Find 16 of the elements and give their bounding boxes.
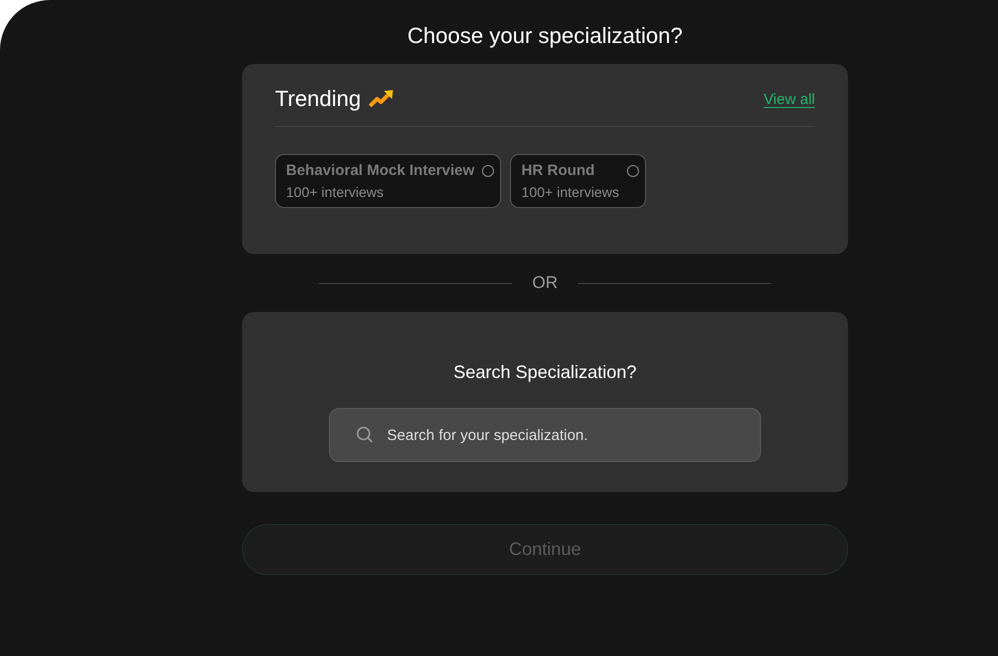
page-title: Choose your specialization?: [406, 22, 684, 50]
search-heading: Search Specialization?: [453, 362, 637, 383]
specialization-option[interactable]: Behavioral Mock Interview 100+ interviews: [275, 154, 502, 208]
radio-button[interactable]: [627, 165, 640, 177]
specialization-option[interactable]: HR Round 100+ interviews: [510, 154, 646, 208]
trending-heading: Trending: [275, 86, 362, 112]
option-name: Behavioral Mock Interview: [286, 162, 474, 179]
option-name: HR Round: [521, 162, 596, 179]
trending-arrow-icon: [369, 89, 396, 109]
radio-button[interactable]: [482, 165, 494, 177]
or-label: OR: [532, 273, 558, 293]
view-all-link[interactable]: View all: [764, 90, 815, 108]
interview-count: 100+ interviews: [286, 184, 385, 200]
search-field[interactable]: Search for your specialization.: [329, 408, 761, 462]
search-icon: [355, 425, 375, 445]
interview-count: 100+ interviews: [521, 184, 620, 200]
